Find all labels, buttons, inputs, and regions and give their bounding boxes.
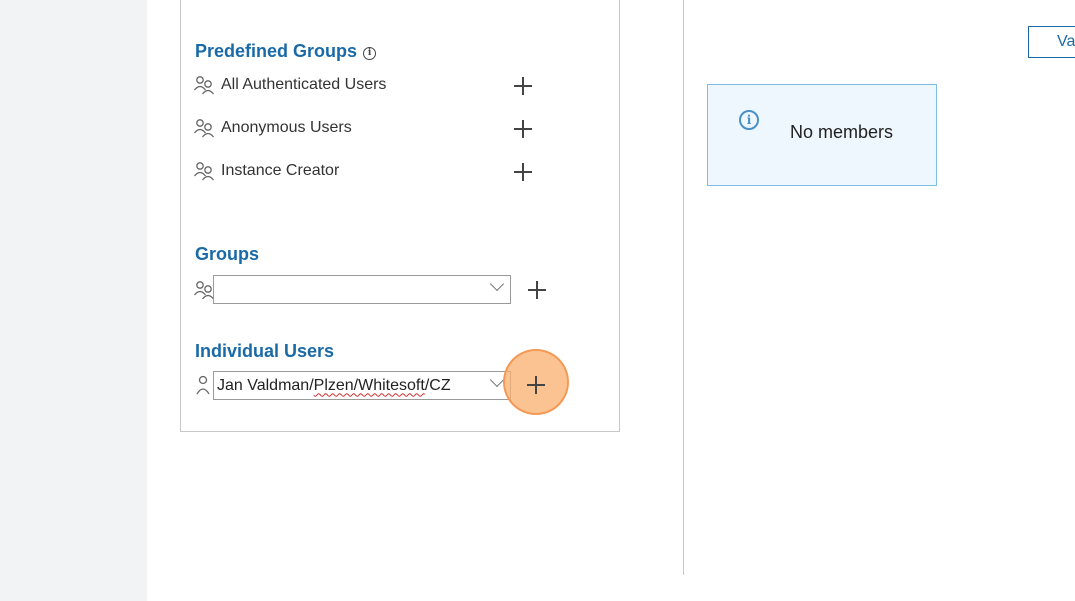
user-icon: [196, 375, 210, 395]
group-icon: [193, 76, 215, 95]
predefined-group-label: Instance Creator: [221, 162, 340, 179]
predefined-groups-heading: Predefined Groups i: [195, 41, 377, 62]
chevron-down-icon: [489, 276, 505, 292]
add-group-button[interactable]: [526, 279, 548, 301]
user-icon-wrap: [193, 373, 215, 397]
predefined-group-row: Instance Creator: [193, 159, 339, 183]
group-icon: [193, 162, 215, 181]
add-individual-user-button[interactable]: [525, 374, 547, 396]
predefined-group-row: Anonymous Users: [193, 116, 352, 140]
panel-divider: [683, 0, 684, 575]
add-anonymous-users-button[interactable]: [512, 118, 534, 140]
user-value-misspelled: Plzen/Whitesoft: [313, 376, 425, 394]
groups-icon-wrap: [193, 278, 215, 302]
info-circle-icon: i: [739, 110, 759, 130]
predefined-group-row: All Authenticated Users: [193, 73, 386, 97]
individual-users-select-value: Jan Valdman/Plzen/Whitesoft/CZ: [217, 377, 451, 395]
no-members-notice: i No members: [707, 84, 937, 186]
user-value-suffix: /CZ: [424, 376, 451, 394]
left-gutter: [0, 0, 147, 601]
add-instance-creator-button[interactable]: [512, 161, 534, 183]
info-circle-icon[interactable]: i: [363, 47, 377, 60]
group-icon: [193, 119, 215, 138]
predefined-group-label: Anonymous Users: [221, 119, 352, 136]
add-all-authenticated-users-button[interactable]: [512, 75, 534, 97]
groups-heading: Groups: [195, 244, 260, 264]
groups-select[interactable]: [213, 275, 511, 304]
individual-users-select[interactable]: Jan Valdman/Plzen/Whitesoft/CZ: [213, 371, 511, 400]
no-members-text: No members: [790, 122, 894, 142]
chevron-down-icon: [489, 372, 505, 388]
top-right-button[interactable]: Va: [1028, 26, 1075, 58]
individual-users-heading: Individual Users: [195, 341, 335, 361]
group-icon: [193, 281, 215, 300]
predefined-groups-title: Predefined Groups: [195, 41, 358, 61]
user-value-prefix: Jan Valdman/: [217, 376, 314, 394]
predefined-group-label: All Authenticated Users: [221, 76, 387, 93]
